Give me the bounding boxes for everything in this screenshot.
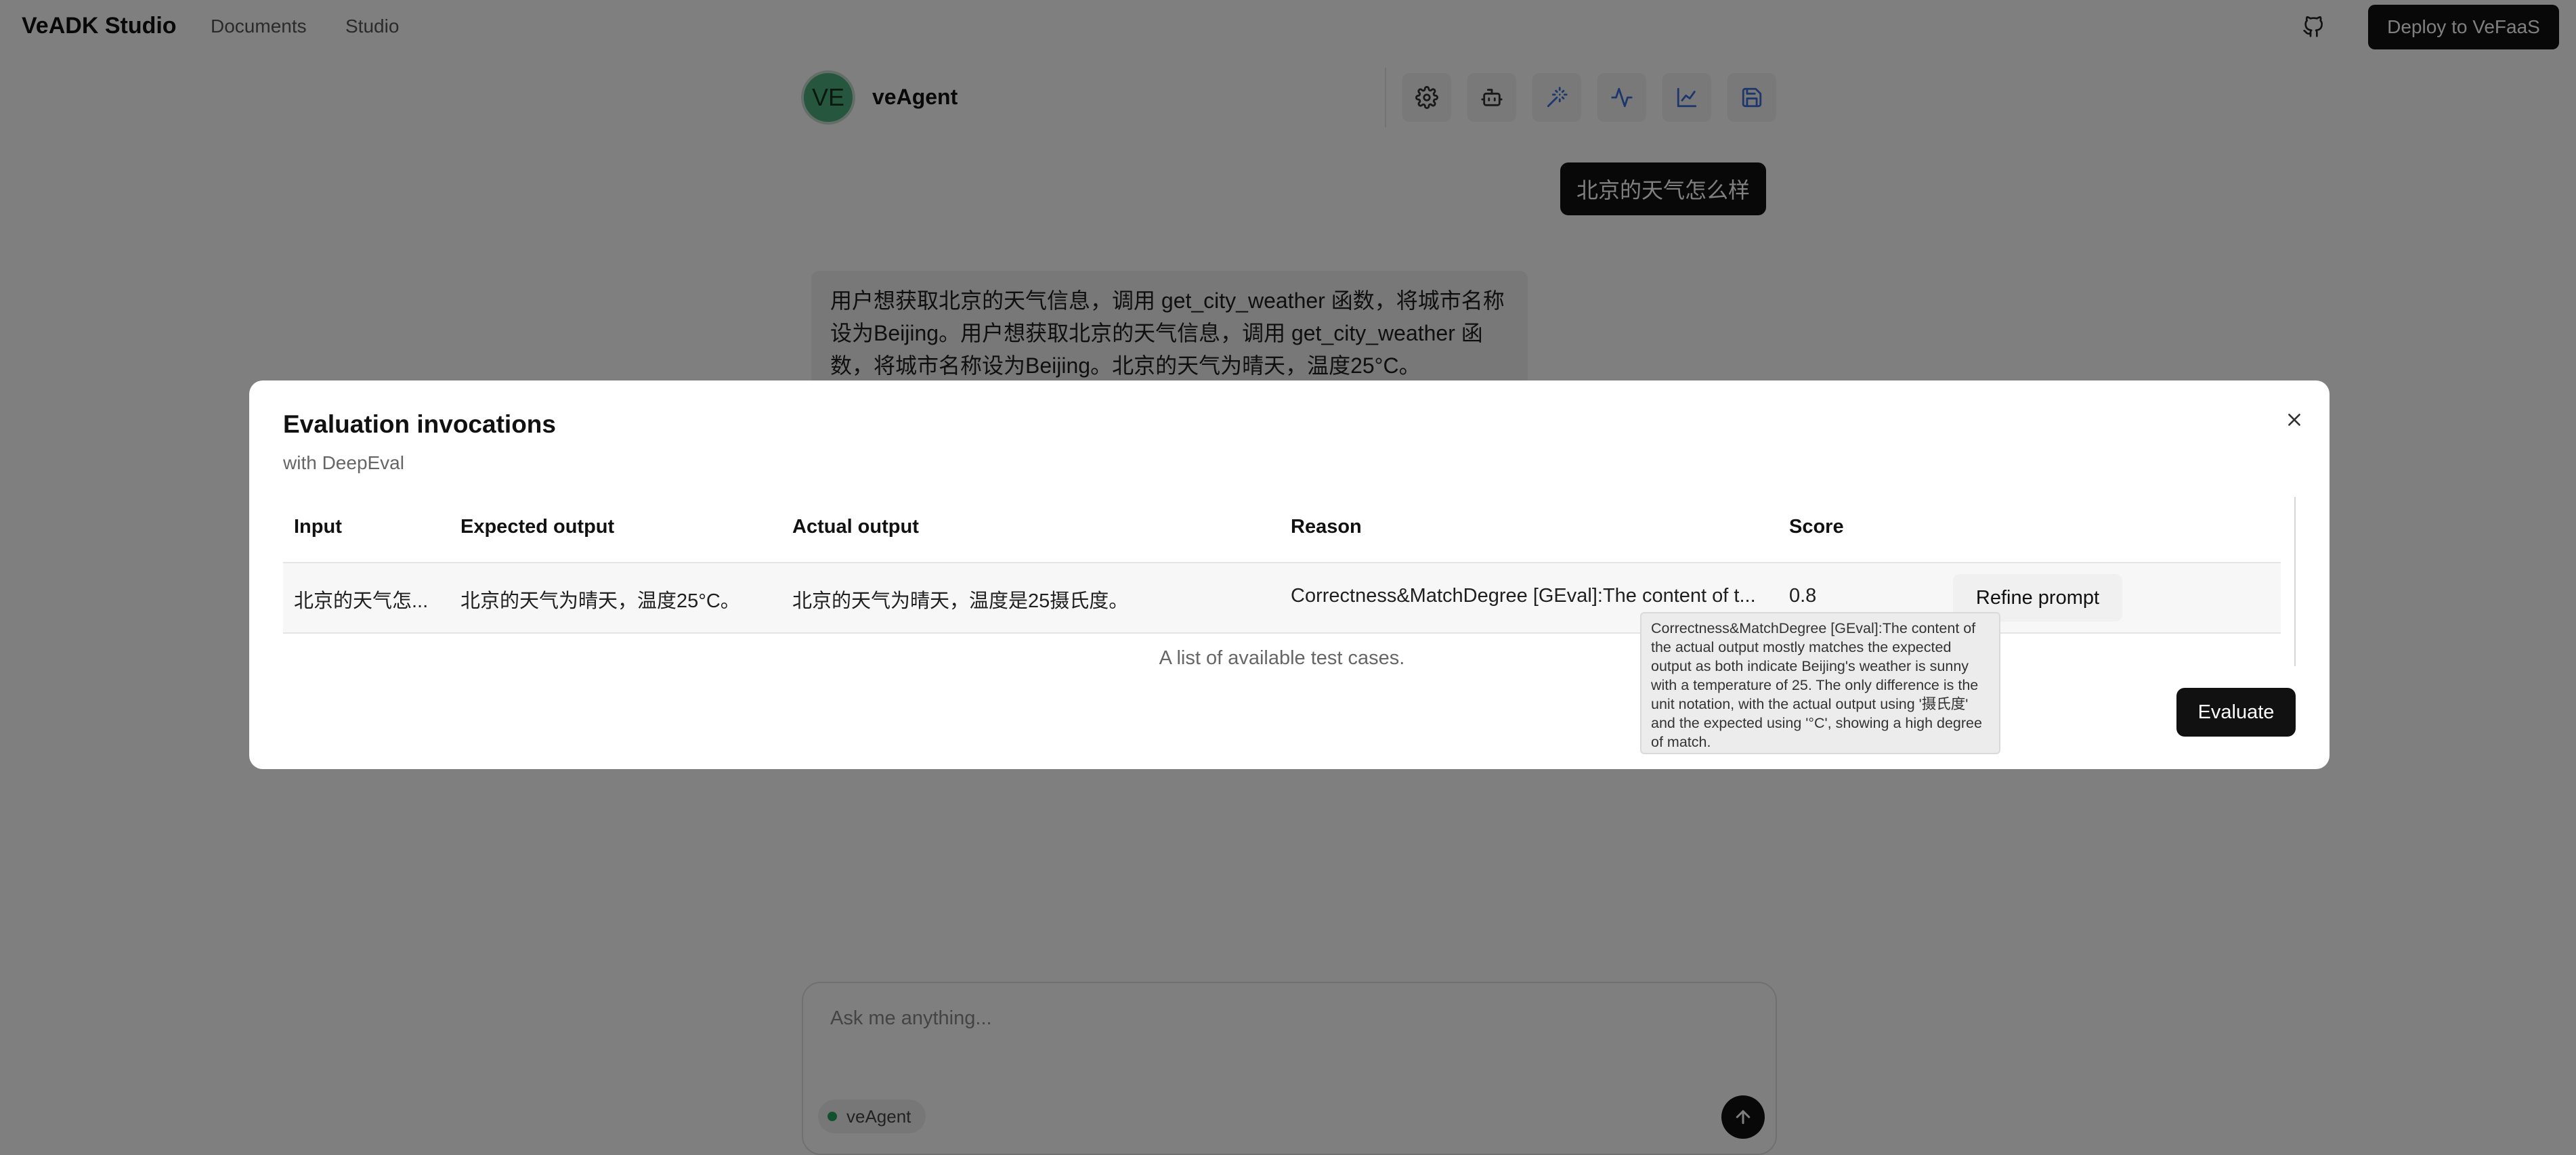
dialog-subtitle: with DeepEval	[283, 452, 404, 473]
table-scrollbar[interactable]	[2294, 497, 2296, 666]
dialog-title: Evaluation invocations	[283, 410, 556, 438]
column-header-actual: Actual output	[792, 516, 919, 538]
column-header-score: Score	[1789, 516, 1844, 538]
cell-input: 北京的天气怎...	[294, 590, 429, 612]
reason-tooltip: Correctness&MatchDegree [GEval]:The cont…	[1640, 612, 2000, 754]
cell-actual: 北京的天气为晴天，温度是25摄氏度。	[792, 590, 1129, 612]
evaluation-dialog: Evaluation invocations with DeepEval Inp…	[249, 380, 2330, 769]
column-header-reason: Reason	[1291, 516, 1362, 538]
close-button[interactable]	[2278, 404, 2311, 436]
cell-expected: 北京的天气为晴天，温度25°C。	[460, 590, 740, 612]
cell-reason[interactable]: Correctness&MatchDegree [GEval]:The cont…	[1291, 585, 1776, 607]
column-header-expected: Expected output	[460, 516, 615, 538]
cell-score: 0.8	[1789, 585, 1817, 607]
close-icon	[2288, 414, 2300, 426]
evaluate-button[interactable]: Evaluate	[2176, 688, 2296, 737]
column-header-input: Input	[294, 516, 342, 538]
